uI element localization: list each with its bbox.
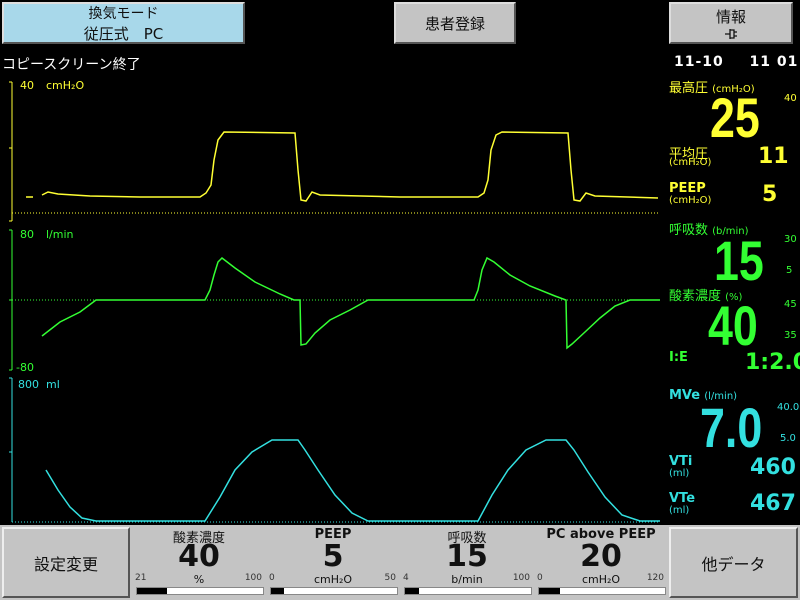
info-button[interactable]: 情報 <box>669 2 793 44</box>
vti-unit: (ml) <box>669 468 690 479</box>
time-text: 11 01 <box>749 54 799 70</box>
rr-alarm-high: 30 <box>784 234 797 245</box>
peep-label: PEEP <box>669 181 706 196</box>
volume-waveform: 800 ml <box>9 377 660 523</box>
pmean-value: 11 <box>758 144 789 169</box>
knob-slider-fill <box>137 588 168 594</box>
knob-slider-fill <box>271 588 284 594</box>
patient-registration-button[interactable]: 患者登録 <box>394 2 516 44</box>
pressure-scale-max: 40 <box>20 79 34 92</box>
o2-alarm-low: 35 <box>784 330 797 341</box>
waveform-panel: 40 cmH₂O 80 l/min -80 800 ml <box>9 79 660 523</box>
knob-slider-track[interactable] <box>538 587 666 595</box>
knob-unit: cmH₂O <box>313 573 353 586</box>
top-bar: 換気モード 従圧式 PC 患者登録 情報 <box>0 0 800 50</box>
knob-min: 4 <box>403 573 409 583</box>
volume-unit: ml <box>46 378 60 391</box>
knob-value: 20 <box>580 539 622 574</box>
knob-max: 120 <box>646 573 664 583</box>
ie-value: 1:2.0 <box>745 350 800 375</box>
knob-slider-fill <box>539 588 561 594</box>
pmax-alarm-high: 40 <box>784 93 797 104</box>
o2-setting-knob[interactable]: 酸素濃度 40 % 21 100 <box>132 525 266 600</box>
knob-slider-track[interactable] <box>136 587 264 595</box>
knob-max: 100 <box>244 573 262 583</box>
flow-waveform: 80 l/min -80 <box>9 228 660 374</box>
knob-value: 5 <box>322 539 344 574</box>
change-settings-label: 設定変更 <box>33 554 98 574</box>
flow-unit: l/min <box>46 228 74 241</box>
ie-label: I:E <box>669 350 688 365</box>
date-text: 11-10 <box>674 54 724 70</box>
pmax-value: 25 <box>710 86 760 149</box>
rr-value: 15 <box>714 229 764 292</box>
vte-unit: (ml) <box>669 505 690 516</box>
knob-slider-track[interactable] <box>270 587 398 595</box>
knob-value: 15 <box>446 539 488 574</box>
knob-value: 40 <box>178 539 220 574</box>
rr-alarm-low: 5 <box>786 265 793 276</box>
o2-alarm-high: 45 <box>784 299 797 310</box>
knob-min: 21 <box>135 573 147 583</box>
copy-screen-banner: コピースクリーン終了 <box>2 57 141 73</box>
info-label: 情報 <box>715 7 746 26</box>
bottom-bar: 設定変更 酸素濃度 40 % 21 100 PEEP 5 cmH₂O 0 50 … <box>0 525 800 600</box>
knob-min: 0 <box>269 573 275 583</box>
rr-setting-knob[interactable]: 呼吸数 15 b/min 4 100 <box>400 525 534 600</box>
peep-unit: (cmH₂O) <box>669 195 712 206</box>
pressure-unit: cmH₂O <box>46 79 84 92</box>
vte-label: VTe <box>669 491 696 506</box>
mve-value: 7.0 <box>700 396 763 459</box>
other-data-label: 他データ <box>701 554 766 574</box>
knob-max: 100 <box>512 573 530 583</box>
flow-scale-max: 80 <box>20 228 34 241</box>
clock: 11-10 11 01 <box>674 54 798 70</box>
pmean-unit: (cmH₂O) <box>669 157 712 168</box>
patient-registration-label: 患者登録 <box>424 14 485 33</box>
vte-value: 467 <box>750 491 796 516</box>
plug-icon <box>721 27 741 41</box>
flow-scale-min: -80 <box>16 361 34 374</box>
peep-value: 5 <box>762 182 778 207</box>
mode-label: 換気モード <box>88 5 159 22</box>
mve-alarm-low: 5.0 <box>780 433 796 444</box>
volume-scale-max: 800 <box>18 378 39 391</box>
peep-setting-knob[interactable]: PEEP 5 cmH₂O 0 50 <box>266 525 400 600</box>
knob-max: 50 <box>384 573 396 583</box>
vti-value: 460 <box>750 455 796 480</box>
vti-label: VTi <box>669 454 693 469</box>
other-data-button[interactable]: 他データ <box>669 527 798 598</box>
pc-above-peep-knob[interactable]: PC above PEEP 20 cmH₂O 0 120 <box>534 525 668 600</box>
change-settings-button[interactable]: 設定変更 <box>2 527 130 598</box>
ventilation-mode-button[interactable]: 換気モード 従圧式 PC <box>2 2 245 44</box>
o2-value: 40 <box>708 294 758 357</box>
mve-alarm-high: 40.0 <box>777 402 800 413</box>
knob-min: 0 <box>537 573 543 583</box>
knob-slider-fill <box>405 588 419 594</box>
knob-slider-track[interactable] <box>404 587 532 595</box>
pressure-waveform: 40 cmH₂O <box>9 79 660 222</box>
mode-value: 従圧式 PC <box>83 24 164 43</box>
